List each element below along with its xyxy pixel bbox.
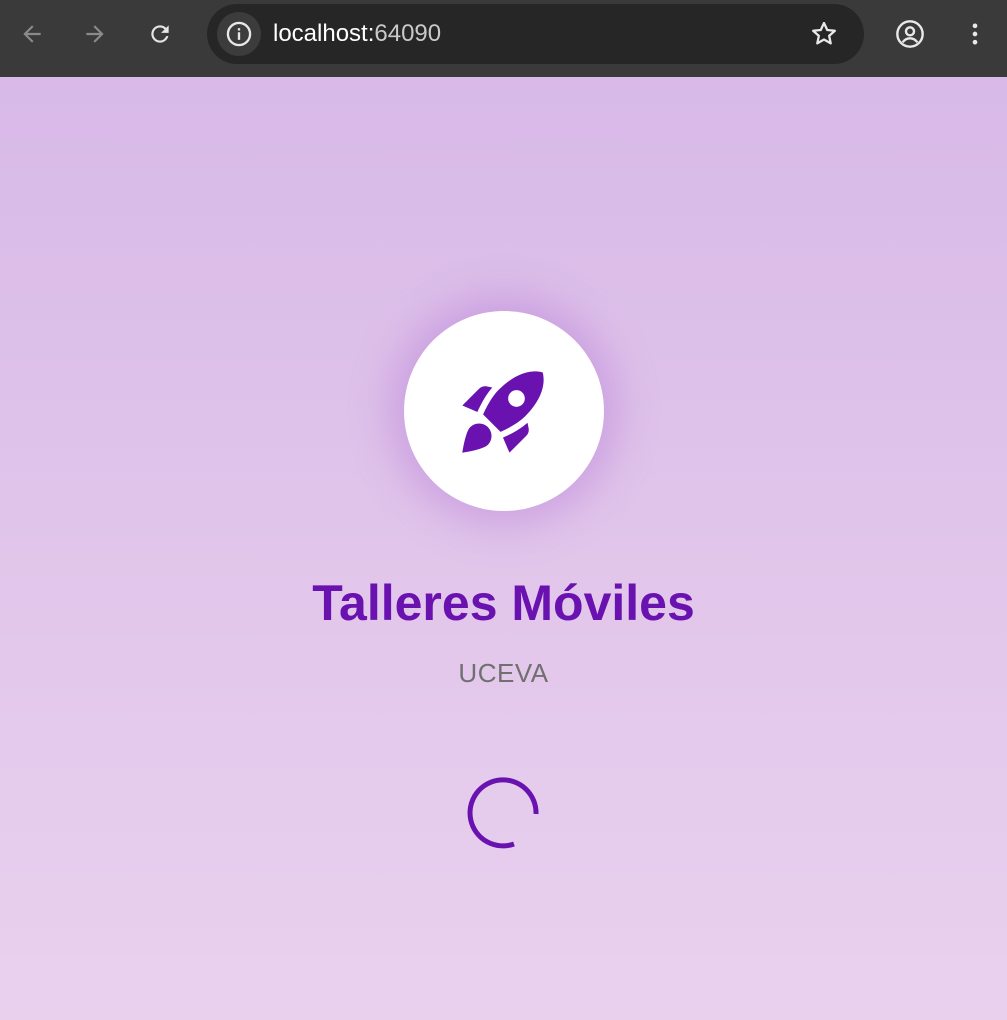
- profile-button[interactable]: [890, 14, 930, 54]
- back-button[interactable]: [12, 14, 52, 54]
- app-subtitle: UCEVA: [458, 658, 549, 688]
- url-host: localhost:: [273, 20, 375, 47]
- app-title: Talleres Móviles: [312, 575, 695, 631]
- reload-icon: [151, 25, 169, 43]
- url-port: 64090: [374, 20, 442, 47]
- app-logo: [404, 311, 604, 511]
- star-icon: [812, 21, 836, 45]
- kebab-menu-icon: [972, 23, 978, 45]
- rocket-icon: [462, 371, 544, 453]
- arrow-left-icon: [23, 25, 41, 43]
- address-bar[interactable]: localhost:64090: [207, 4, 864, 64]
- splash-screen: Talleres Móviles UCEVA: [0, 77, 1007, 1020]
- site-info-button[interactable]: [217, 12, 261, 56]
- loading-spinner: [467, 777, 539, 849]
- browser-menu-button[interactable]: [955, 14, 995, 54]
- info-icon: [226, 21, 252, 47]
- reload-button[interactable]: [140, 14, 180, 54]
- url-text[interactable]: localhost:64090: [273, 19, 441, 49]
- forward-button[interactable]: [75, 14, 115, 54]
- bookmark-button[interactable]: [806, 16, 842, 52]
- arrow-right-icon: [86, 25, 104, 43]
- account-circle-icon: [896, 20, 924, 48]
- browser-toolbar: localhost:64090: [0, 0, 1007, 77]
